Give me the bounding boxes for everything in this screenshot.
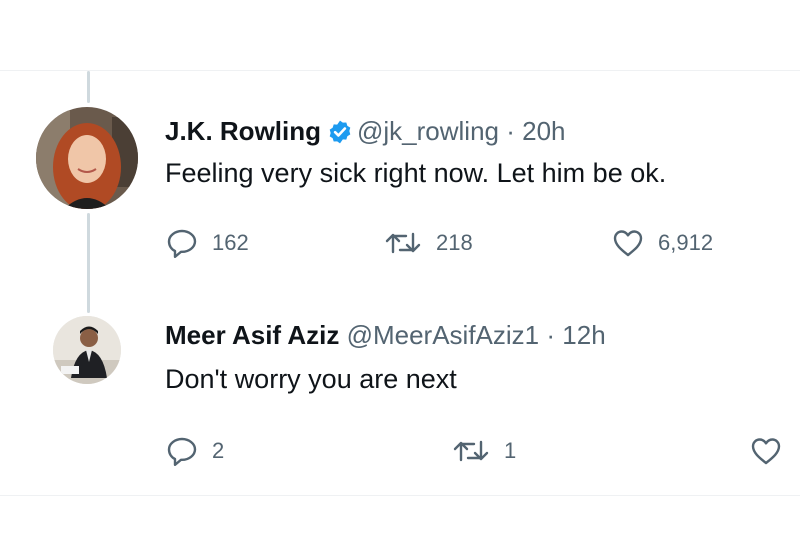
reply-count: 162: [212, 230, 249, 255]
author-handle[interactable]: @jk_rowling: [357, 116, 499, 146]
reply-icon: [167, 437, 197, 466]
retweet-icon: [453, 440, 489, 462]
reply-time[interactable]: 12h: [562, 320, 605, 350]
thread-line-top: [87, 71, 90, 103]
tweet-header: J.K. Rowling @jk_rowling · 20h: [165, 116, 566, 146]
like-count: 6,912: [658, 230, 714, 255]
heart-icon: [613, 230, 643, 257]
tweet-text: Feeling very sick right now. Let him be …: [165, 158, 667, 188]
reply-button[interactable]: 162: [166, 228, 249, 258]
reply-reply-count: 2: [212, 438, 225, 463]
reply-author-name[interactable]: Meer Asif Aziz: [165, 320, 339, 350]
reply-like-button[interactable]: [750, 436, 782, 466]
tweet-thread-card: J.K. Rowling @jk_rowling · 20h Feeling ve…: [0, 70, 800, 496]
reply-header-separator: ·: [546, 320, 556, 350]
tweet-time[interactable]: 20h: [522, 116, 565, 146]
avatar-jk-rowling[interactable]: [36, 107, 138, 209]
reply-header: Meer Asif Aziz @MeerAsifAziz1 · 12h: [165, 320, 606, 350]
reply-icon: [167, 229, 197, 258]
retweet-button[interactable]: 218: [384, 228, 473, 258]
retweet-count: 218: [436, 230, 473, 255]
reply-text: Don't worry you are next: [165, 364, 457, 394]
like-button[interactable]: 6,912: [612, 228, 713, 258]
avatar-meer-asif-aziz[interactable]: [53, 316, 121, 384]
thread-line-middle: [87, 213, 90, 313]
reply-author-handle[interactable]: @MeerAsifAziz1: [347, 320, 540, 350]
author-name[interactable]: J.K. Rowling: [165, 116, 321, 146]
reply-retweet-button[interactable]: 1: [452, 436, 516, 466]
verified-badge-icon: [329, 120, 351, 144]
reply-reply-button[interactable]: 2: [166, 436, 224, 466]
heart-icon: [751, 438, 781, 465]
retweet-icon: [385, 232, 421, 254]
reply-retweet-count: 1: [504, 438, 517, 463]
header-separator: ·: [506, 116, 515, 146]
